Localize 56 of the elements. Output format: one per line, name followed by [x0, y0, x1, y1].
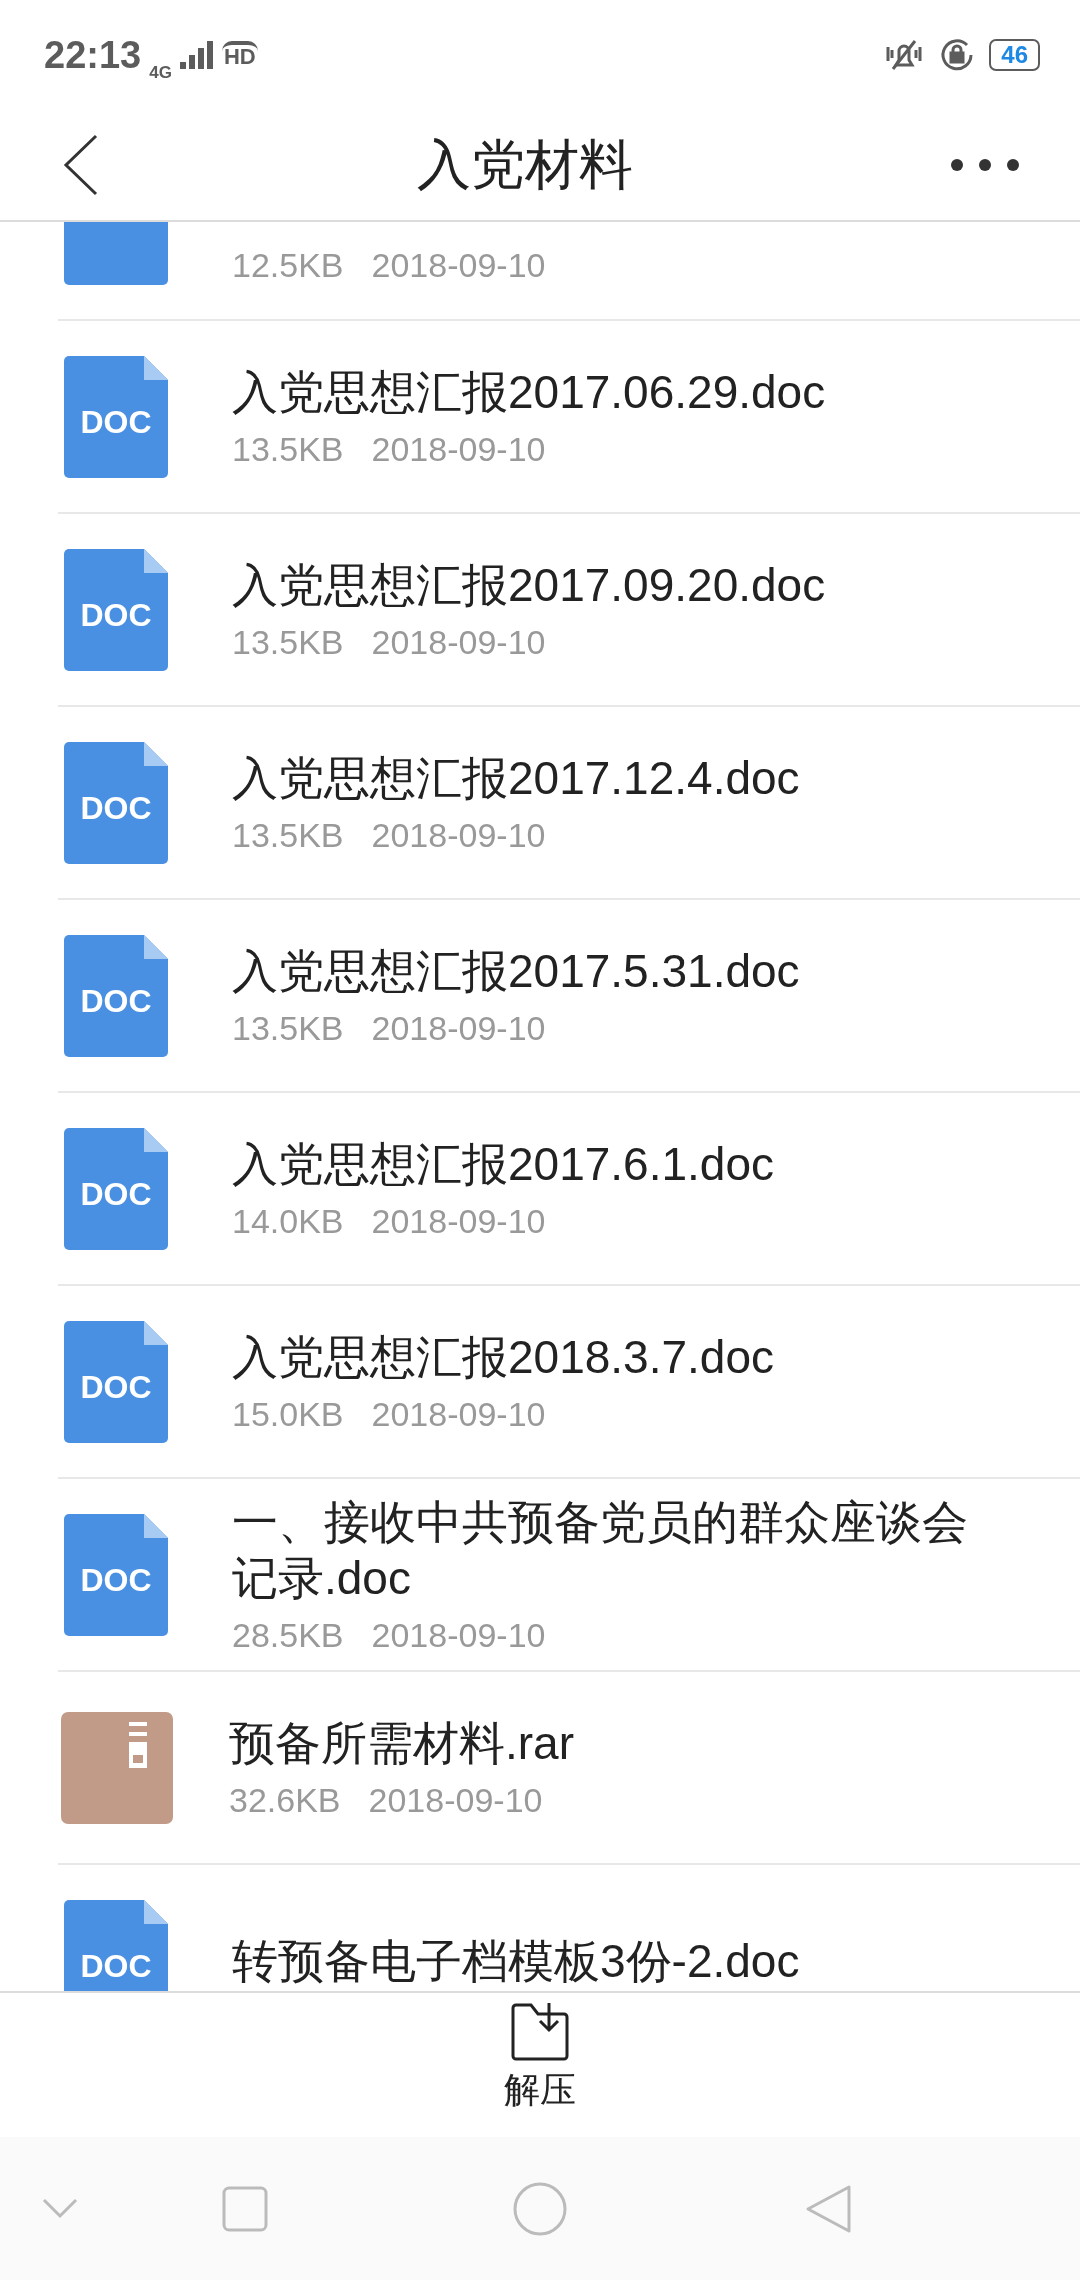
signal-icon — [179, 40, 214, 70]
document-icon — [64, 1127, 168, 1250]
file-date: 2018-09-10 — [371, 1009, 546, 1048]
file-date: 2018-09-10 — [371, 246, 546, 285]
extract-icon — [511, 2003, 569, 2061]
file-name[interactable]: 入党思想汇报2018.3.7.doc — [232, 1329, 774, 1385]
file-size: 13.5KB — [232, 623, 344, 662]
file-date: 2018-09-10 — [371, 623, 546, 662]
file-type-label: DOC — [79, 1175, 153, 1212]
file-size: 12.5KB — [232, 246, 344, 285]
document-icon — [64, 1320, 168, 1443]
file-name[interactable]: 转预备电子档模板3份-2.doc — [232, 1932, 800, 1989]
file-name[interactable]: 入党思想汇报2017.12.4.doc — [232, 750, 800, 806]
file-type-label: DOC — [79, 1368, 153, 1405]
network-type: 4G — [149, 63, 172, 83]
file-name[interactable]: 预备所需材料.rar — [229, 1715, 574, 1771]
archive-icon — [61, 1711, 173, 1824]
document-icon — [64, 934, 168, 1057]
document-icon — [64, 1513, 168, 1636]
document-icon — [64, 355, 168, 478]
file-name[interactable]: 入党思想汇报2017.5.31.doc — [232, 943, 800, 999]
file-size: 28.5KB — [232, 1616, 344, 1655]
file-date: 2018-09-10 — [371, 816, 546, 855]
file-type-label: DOC — [79, 982, 153, 1019]
file-name[interactable]: 一、接收中共预备党员的群众座谈会记录.doc — [232, 1494, 1002, 1606]
recents-icon[interactable] — [222, 2185, 268, 2232]
file-size: 13.5KB — [232, 430, 344, 469]
battery-level: 46 — [989, 39, 1040, 71]
home-icon[interactable] — [512, 2180, 568, 2237]
file-date: 2018-09-10 — [371, 1202, 546, 1241]
clock-time: 22:13 — [44, 33, 142, 77]
document-icon — [64, 548, 168, 671]
file-type-label: DOC — [79, 1947, 153, 1984]
extract-button[interactable]: 解压 — [484, 1993, 596, 2137]
file-size: 15.0KB — [232, 1395, 344, 1434]
file-size: 14.0KB — [232, 1202, 344, 1241]
file-date: 2018-09-10 — [371, 1395, 546, 1434]
hd-call-indicator: HD — [221, 41, 258, 69]
file-name[interactable]: 入党思想汇报2017.09.20.doc — [232, 557, 826, 613]
file-name[interactable]: 入党思想汇报2017.6.1.doc — [232, 1136, 774, 1192]
file-name[interactable]: 入党思想汇报2017.06.29.doc — [232, 364, 826, 420]
file-type-label: DOC — [79, 403, 153, 440]
file-size: 32.6KB — [229, 1781, 341, 1820]
file-size: 13.5KB — [232, 1009, 344, 1048]
collapse-icon[interactable] — [42, 2197, 78, 2220]
file-date: 2018-09-10 — [368, 1781, 543, 1820]
file-type-label: DOC — [79, 1561, 153, 1598]
file-type-label: DOC — [79, 789, 153, 826]
file-date: 2018-09-10 — [371, 430, 546, 469]
document-icon — [64, 1899, 168, 1991]
page-title: 入党材料 — [417, 132, 633, 196]
document-icon — [64, 741, 168, 864]
file-type-label: DOC — [79, 596, 153, 633]
file-size: 13.5KB — [232, 816, 344, 855]
more-icon[interactable] — [950, 158, 1020, 172]
file-date: 2018-09-10 — [371, 1616, 546, 1655]
